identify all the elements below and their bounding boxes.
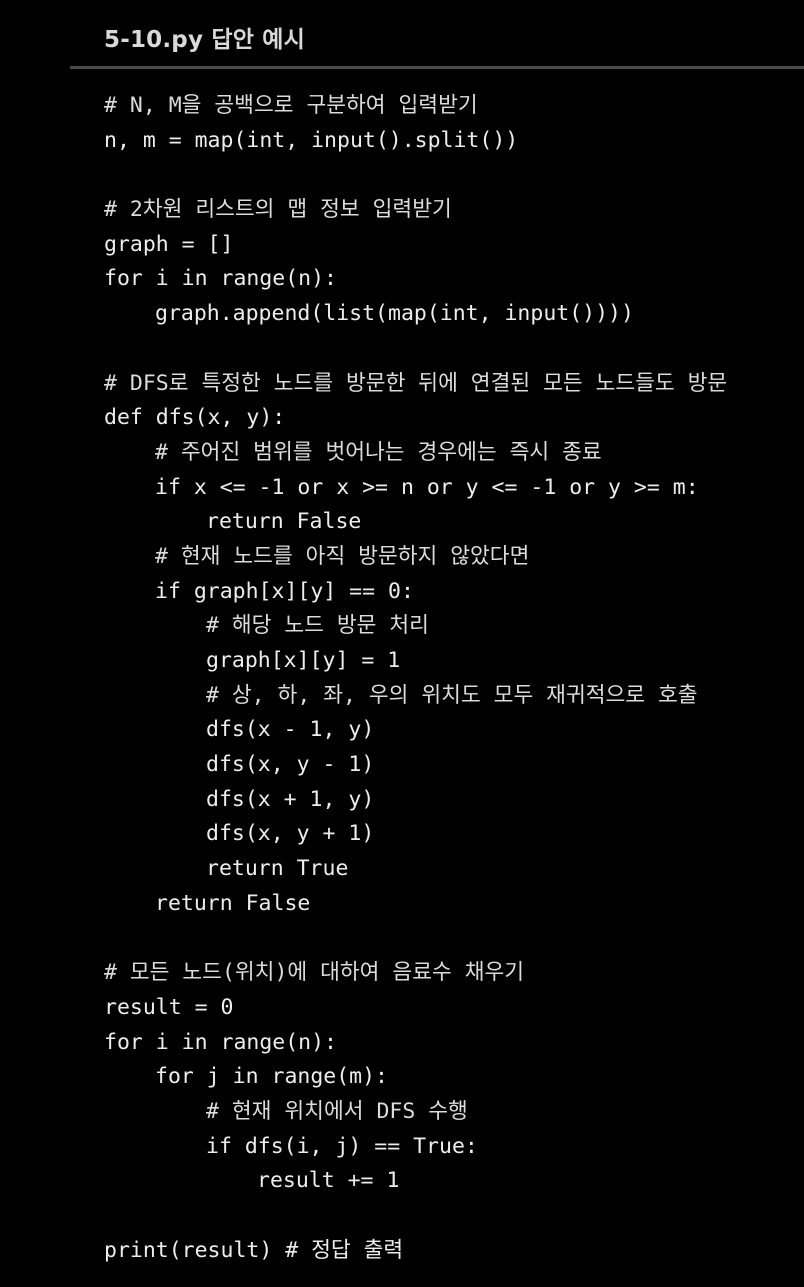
code-line: # 현재 위치에서 DFS 수행 bbox=[206, 1098, 468, 1124]
header-divider bbox=[70, 66, 804, 69]
code-line: # DFS로 특정한 노드를 방문한 뒤에 연결된 모든 노드들도 방문 bbox=[104, 370, 728, 396]
code-line: graph = [] bbox=[104, 231, 234, 257]
code-line: for i in range(n): bbox=[104, 266, 337, 292]
code-line: dfs(x, y + 1) bbox=[206, 821, 375, 847]
code-line: # N, M을 공백으로 구분하여 입력받기 bbox=[104, 93, 478, 118]
code-line: def dfs(x, y): bbox=[104, 405, 286, 431]
code-line: for i in range(n): bbox=[104, 1029, 337, 1055]
code-line: dfs(x + 1, y) bbox=[206, 786, 375, 812]
code-line: return False bbox=[155, 890, 311, 916]
code-line: if dfs(i, j) == True: bbox=[206, 1133, 478, 1159]
code-line: if graph[x][y] == 0: bbox=[155, 578, 414, 604]
code-line: n, m = map(int, input().split()) bbox=[104, 127, 519, 153]
code-line: # 해당 노드 방문 처리 bbox=[206, 613, 429, 639]
code-line: # 모든 노드(위치)에 대하여 음료수 채우기 bbox=[104, 960, 525, 986]
code-line: # 상, 하, 좌, 우의 위치도 모두 재귀적으로 호출 bbox=[206, 682, 698, 708]
document-header: 5-10.py 답안 예시 bbox=[0, 0, 804, 69]
code-line: print(result) # 정답 출력 bbox=[104, 1237, 404, 1263]
code-line: for j in range(m): bbox=[155, 1064, 388, 1090]
code-line: graph[x][y] = 1 bbox=[206, 648, 401, 673]
code-block: # N, M을 공백으로 구분하여 입력받기 n, m = map(int, in… bbox=[104, 89, 794, 1268]
code-line: result += 1 bbox=[257, 1168, 400, 1194]
code-line: # 현재 노드를 아직 방문하지 않았다면 bbox=[155, 543, 530, 569]
code-line: # 2차원 리스트의 맵 정보 입력받기 bbox=[104, 197, 452, 223]
code-line: result = 0 bbox=[104, 994, 234, 1020]
code-line: return True bbox=[206, 856, 349, 882]
code-line: return False bbox=[206, 509, 362, 535]
page-title: 5-10.py 답안 예시 bbox=[104, 27, 306, 53]
code-line: # 주어진 범위를 벗어나는 경우에는 즉시 종료 bbox=[155, 439, 602, 465]
code-line: if x <= -1 or x >= n or y <= -1 or y >= … bbox=[155, 474, 699, 500]
code-line: dfs(x - 1, y) bbox=[206, 717, 375, 743]
code-line: dfs(x, y - 1) bbox=[206, 752, 375, 778]
code-line: graph.append(list(map(int, input()))) bbox=[155, 301, 634, 327]
